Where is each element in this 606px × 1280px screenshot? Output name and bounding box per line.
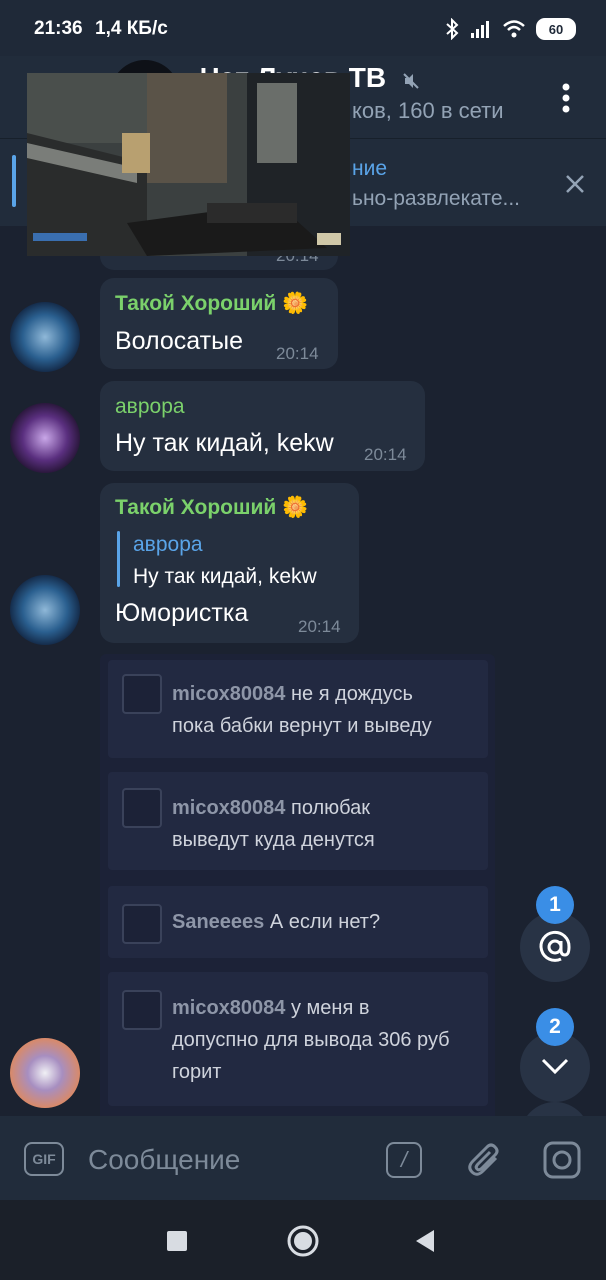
checkbox-icon (122, 788, 162, 828)
comment-card: Saneeees А если нет? (108, 886, 488, 958)
comment-text: горит (172, 1061, 222, 1083)
bot-commands-button[interactable]: / (386, 1142, 422, 1178)
comment-card: micox80084 не я дождусь пока бабки вернут… (108, 660, 488, 758)
comment-text: А если нет? (269, 911, 381, 933)
wifi-icon (503, 20, 525, 38)
comment-user: micox80084 (172, 997, 286, 1019)
comment-card: micox80084 полюбак выведут куда денутся (108, 772, 488, 870)
reply-indicator (117, 531, 120, 587)
more-options-icon[interactable] (552, 78, 580, 118)
home-icon[interactable] (286, 1224, 320, 1258)
pinned-indicator (12, 155, 16, 207)
image-message[interactable]: micox80084 не я дождусь пока бабки вернут… (100, 654, 495, 1116)
message-author[interactable]: Такой Хороший 🌼 (115, 496, 308, 520)
comment-user: Saneeees (172, 911, 265, 933)
checkbox-icon (122, 904, 162, 944)
reply-author[interactable]: аврора (133, 533, 203, 557)
message-time: 20:14 (298, 617, 341, 636)
camera-icon[interactable] (542, 1140, 582, 1180)
chevron-down-icon (541, 1058, 569, 1075)
signal-icon (471, 21, 489, 38)
status-time: 21:36 (34, 18, 83, 39)
avatar[interactable] (10, 403, 80, 473)
muted-icon (403, 73, 419, 89)
scroll-down-badge: 2 (536, 1008, 574, 1046)
comment-text: допуспно для вывода 306 руб (172, 1029, 450, 1051)
pinned-text: ьно-развлекате... (352, 187, 520, 210)
gif-button[interactable]: GIF (24, 1142, 64, 1176)
message-bubble[interactable]: Такой Хороший 🌼 Волосатые 20:14 (100, 278, 338, 369)
reply-text[interactable]: Ну так кидай, kekw (133, 565, 317, 589)
message-bubble[interactable]: аврора Ну так кидай, kekw 20:14 (100, 381, 425, 471)
system-navigation-bar (0, 1200, 606, 1280)
comment-text: полюбак (290, 797, 371, 819)
at-sign-icon (539, 930, 571, 962)
comment-user: micox80084 (172, 797, 286, 819)
status-bar: 21:36 1,4 КБ/с 60 (0, 0, 606, 56)
mentions-badge: 1 (536, 886, 574, 924)
recents-icon[interactable] (166, 1230, 188, 1252)
reactions-button[interactable] (520, 1102, 590, 1116)
pinned-title: ние (352, 157, 388, 180)
message-bubble[interactable]: Такой Хороший 🌼 аврора Ну так кидай, kek… (100, 483, 359, 643)
video-frame (27, 73, 350, 256)
comment-text: пока бабки вернут и выведу (172, 715, 432, 737)
comment-text: у меня в (290, 997, 370, 1019)
message-text: Юмористка (115, 599, 249, 627)
comment-card: micox80084 у меня в допуспно для вывода 3… (108, 972, 488, 1106)
message-time: 20:14 (276, 344, 319, 363)
checkbox-icon (122, 990, 162, 1030)
message-input[interactable]: Сообщение (88, 1144, 240, 1176)
checkbox-icon (122, 674, 162, 714)
comment-user: micox80084 (172, 683, 286, 705)
message-time: 20:14 (364, 445, 407, 464)
message-author[interactable]: Такой Хороший 🌼 (115, 292, 308, 316)
status-network-speed: 1,4 КБ/с (95, 18, 168, 39)
comment-text: не я дождусь (290, 683, 413, 705)
avatar[interactable] (10, 575, 80, 645)
chat-subtitle: ков, 160 в сети (352, 98, 504, 123)
message-text: Ну так кидай, kekw (115, 429, 334, 457)
message-author[interactable]: аврора (115, 395, 185, 419)
attach-icon[interactable] (466, 1140, 504, 1180)
message-input-bar[interactable]: GIF Сообщение / (0, 1116, 606, 1200)
avatar[interactable] (10, 1038, 80, 1108)
avatar[interactable] (10, 302, 80, 372)
message-list[interactable]: 20:14 Такой Хороший 🌼 Волосатые 20:14 ав… (0, 226, 606, 1116)
bluetooth-icon (446, 18, 459, 40)
back-icon[interactable] (414, 1228, 436, 1254)
comment-text: выведут куда денутся (172, 829, 375, 851)
battery-icon: 60 (536, 18, 576, 40)
close-icon[interactable] (560, 169, 590, 199)
message-text: Волосатые (115, 327, 243, 355)
pip-video[interactable] (27, 73, 350, 256)
